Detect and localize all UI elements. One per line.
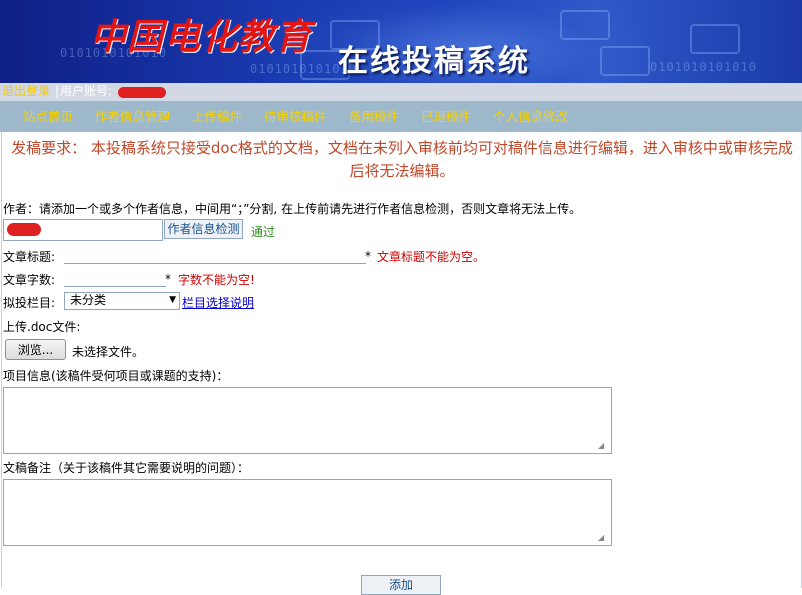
wordcount-input[interactable] — [64, 270, 166, 287]
wordcount-required-mark: * — [165, 272, 171, 286]
nav-item-pending-review[interactable]: 待审核稿件 — [264, 101, 327, 132]
wordcount-label: 文章字数: — [3, 273, 56, 287]
column-selected-value: 未分类 — [70, 293, 107, 307]
account-redaction — [118, 87, 166, 98]
resize-grip-icon[interactable]: ◢ — [598, 533, 604, 542]
site-banner: 0101010101010 0101010101010 010101010101… — [0, 0, 802, 83]
main-nav: 站点首页 作者信息管理 上传稿件 待审核稿件 备用稿件 已退稿件 个人信息修改 — [0, 101, 802, 132]
site-logo: 中国电化教育 — [90, 16, 313, 58]
title-required-mark: * — [365, 249, 371, 263]
column-select[interactable]: 未分类 ▼ — [64, 292, 180, 310]
wordcount-error: 字数不能为空! — [178, 273, 255, 287]
logout-link[interactable]: 退出登录 — [2, 83, 50, 100]
nav-item-profile-edit[interactable]: 个人信息修改 — [493, 101, 568, 132]
chevron-down-icon: ▼ — [169, 295, 176, 305]
login-bar: 退出登录 | 用户账号: — [0, 83, 802, 101]
author-redaction — [7, 223, 41, 236]
submission-notice: 发稿要求： 本投稿系统只接受doc格式的文档，文档在未列入审核前均可对稿件信息进… — [11, 139, 793, 180]
resize-grip-icon[interactable]: ◢ — [598, 441, 604, 450]
nav-item-author-info[interactable]: 作者信息管理 — [95, 101, 170, 132]
column-help-link[interactable]: 栏目选择说明 — [182, 294, 254, 311]
nav-item-upload[interactable]: 上传稿件 — [192, 101, 242, 132]
no-file-text: 未选择文件。 — [72, 345, 145, 359]
project-label: 项目信息(该稿件受何项目或课题的支持)： — [3, 369, 229, 383]
author-check-button[interactable]: 作者信息检测 — [164, 219, 243, 239]
nav-item-home[interactable]: 站点首页 — [23, 101, 73, 132]
title-error: 文章标题不能为空。 — [377, 250, 486, 264]
title-input[interactable] — [64, 247, 366, 264]
project-textarea[interactable] — [3, 387, 612, 454]
nav-item-backup[interactable]: 备用稿件 — [349, 101, 399, 132]
nav-item-rejected[interactable]: 已退稿件 — [421, 101, 471, 132]
submit-button[interactable]: 添加 — [361, 575, 441, 595]
system-title: 在线投稿系统 — [338, 44, 530, 79]
browse-button[interactable]: 浏览... — [5, 339, 66, 360]
banner-hex-decoration — [690, 24, 740, 54]
banner-binary-decoration: 0101010101010 — [650, 60, 757, 74]
banner-hex-decoration — [560, 10, 610, 40]
remark-textarea[interactable] — [3, 479, 612, 546]
upload-label: 上传.doc文件: — [3, 320, 81, 334]
author-check-status: 通过 — [251, 225, 276, 239]
login-separator: | — [55, 84, 60, 98]
banner-hex-decoration — [600, 46, 650, 76]
column-label: 拟投栏目: — [3, 296, 56, 310]
author-hint: 作者：请添加一个或多个作者信息，中间用“；”分割, 在上传前请先进行作者信息检测… — [3, 202, 582, 216]
remark-label: 文稿备注（关于该稿件其它需要说明的问题）： — [3, 461, 250, 475]
title-label: 文章标题: — [3, 250, 56, 264]
account-label: 用户账号: — [60, 84, 113, 98]
